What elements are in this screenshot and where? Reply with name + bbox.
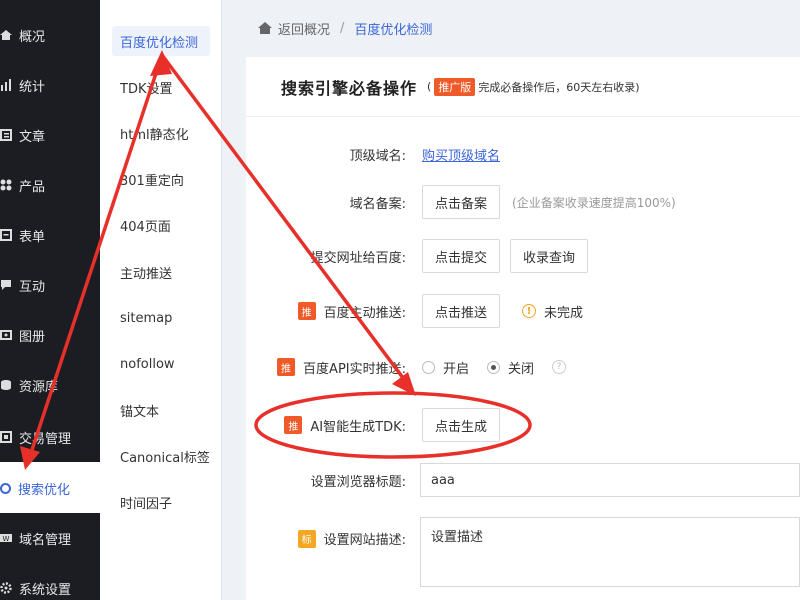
- home-icon: [258, 22, 272, 34]
- submenu-nofollow[interactable]: nofollow: [112, 349, 175, 379]
- ai-tdk-label: AI智能生成TDK:: [310, 419, 406, 435]
- breadcrumb-current: 百度优化检测: [354, 22, 433, 38]
- row-domain: 顶级域名: 购买顶级域名: [246, 139, 800, 169]
- seo-required-card: 搜索引擎必备操作 ( 推广版 完成必备操作后，60天左右收录) 顶级域名: 购买…: [246, 57, 800, 600]
- sidebar-item-gallery[interactable]: 图册: [0, 320, 100, 350]
- row-submit: 提交网址给百度: 点击提交 收录查询: [246, 238, 800, 274]
- browser-title-input[interactable]: aaa: [420, 463, 800, 497]
- submenu-404[interactable]: 404页面: [112, 210, 171, 240]
- grid-icon: [0, 179, 12, 191]
- svg-text:W: W: [3, 535, 10, 543]
- submenu-sitemap[interactable]: sitemap: [112, 303, 172, 333]
- row-description: 标 设置网站描述: 设置描述: [246, 517, 800, 589]
- page-title: 搜索引擎必备操作: [281, 78, 418, 98]
- submenu-html-static[interactable]: html静态化: [112, 118, 189, 148]
- breadcrumb-separator: /: [340, 20, 345, 36]
- home-icon: [0, 30, 12, 40]
- row-browser-title: 设置浏览器标题: aaa: [246, 462, 800, 498]
- recommend-badge: 推: [277, 358, 296, 376]
- submenu-baidu-check[interactable]: 百度优化检测: [112, 26, 210, 56]
- domain-icon: W: [0, 534, 12, 543]
- gear-icon: [0, 582, 12, 594]
- submenu-time-factor[interactable]: 时间因子: [112, 487, 172, 517]
- icp-filing-button[interactable]: 点击备案: [422, 185, 501, 219]
- submenu-301[interactable]: 301重定向: [112, 164, 184, 194]
- main-sidebar: 概况 统计 文章 产品 表单 互动 图册 资源库 交易管理 搜索优化 W 域名管…: [0, 0, 100, 600]
- sidebar-item-seo[interactable]: 搜索优化: [0, 473, 100, 503]
- row-icp: 域名备案: 点击备案 (企业备案收录速度提高100%): [246, 184, 800, 220]
- seo-submenu: 百度优化检测 TDK设置 html静态化 301重定向 404页面 主动推送 s…: [100, 0, 222, 600]
- icp-hint: (企业备案收录速度提高100%): [512, 195, 676, 210]
- sidebar-item-products[interactable]: 产品: [0, 170, 100, 200]
- push-status: ! 未完成: [522, 302, 583, 321]
- card-subtitle: ( 推广版 完成必备操作后，60天左右收录): [427, 77, 640, 96]
- form-icon: [0, 229, 12, 241]
- row-api-push: 推 百度API实时推送: 开启 关闭 ?: [246, 353, 800, 381]
- image-icon: [0, 330, 12, 340]
- push-button[interactable]: 点击推送: [422, 294, 501, 328]
- card-header: 搜索引擎必备操作 ( 推广版 完成必备操作后，60天左右收录): [246, 57, 800, 117]
- label-badge: 标: [297, 529, 316, 548]
- sidebar-item-domains[interactable]: W 域名管理: [0, 523, 100, 553]
- submenu-anchor-text[interactable]: 锚文本: [112, 395, 159, 425]
- api-push-label: 百度API实时推送:: [303, 361, 406, 377]
- description-textarea[interactable]: 设置描述: [420, 517, 800, 587]
- help-icon[interactable]: ?: [552, 360, 567, 374]
- sidebar-item-forms[interactable]: 表单: [0, 220, 100, 250]
- sidebar-item-trade[interactable]: 交易管理: [0, 422, 100, 452]
- warning-icon: !: [522, 304, 537, 318]
- buy-domain-link[interactable]: 购买顶级域名: [422, 145, 500, 164]
- chart-icon: [1, 79, 11, 91]
- row-ai-tdk: 推 AI智能生成TDK: 点击生成: [246, 407, 800, 443]
- row-push: 推 百度主动推送: 点击推送 ! 未完成: [246, 293, 800, 329]
- breadcrumb-home[interactable]: 返回概况: [278, 19, 330, 38]
- recommend-badge: 推: [297, 302, 316, 320]
- submenu-canonical[interactable]: Canonical标签: [112, 441, 210, 471]
- api-push-off-radio[interactable]: 关闭: [487, 358, 534, 377]
- sidebar-item-overview[interactable]: 概况: [0, 20, 100, 50]
- sidebar-item-resources[interactable]: 资源库: [0, 370, 100, 400]
- icp-label: 域名备案:: [349, 196, 406, 212]
- index-query-button[interactable]: 收录查询: [510, 239, 589, 273]
- chat-icon: [1, 280, 11, 290]
- generate-tdk-button[interactable]: 点击生成: [422, 408, 501, 442]
- sidebar-item-settings[interactable]: 系统设置: [0, 573, 100, 600]
- domain-label: 顶级域名:: [349, 148, 406, 164]
- sidebar-item-interaction[interactable]: 互动: [0, 270, 100, 300]
- sidebar-item-articles[interactable]: 文章: [0, 120, 100, 150]
- trade-icon: [0, 431, 12, 443]
- description-label: 设置网站描述:: [323, 533, 406, 548]
- recommend-badge: 推: [284, 416, 303, 434]
- submenu-tdk[interactable]: TDK设置: [112, 72, 172, 102]
- sidebar-item-stats[interactable]: 统计: [0, 70, 100, 100]
- api-push-on-radio[interactable]: 开启: [422, 358, 469, 377]
- target-icon: [0, 482, 11, 494]
- submit-url-button[interactable]: 点击提交: [422, 239, 501, 273]
- article-icon: [0, 129, 12, 141]
- submit-label: 提交网址给百度:: [310, 250, 406, 266]
- database-icon: [1, 380, 11, 390]
- submenu-active-push[interactable]: 主动推送: [112, 257, 172, 287]
- promo-badge: 推广版: [434, 77, 476, 96]
- browser-title-label: 设置浏览器标题:: [310, 474, 406, 490]
- breadcrumb: 返回概况 / 百度优化检测: [222, 0, 800, 56]
- push-label: 百度主动推送:: [323, 305, 406, 321]
